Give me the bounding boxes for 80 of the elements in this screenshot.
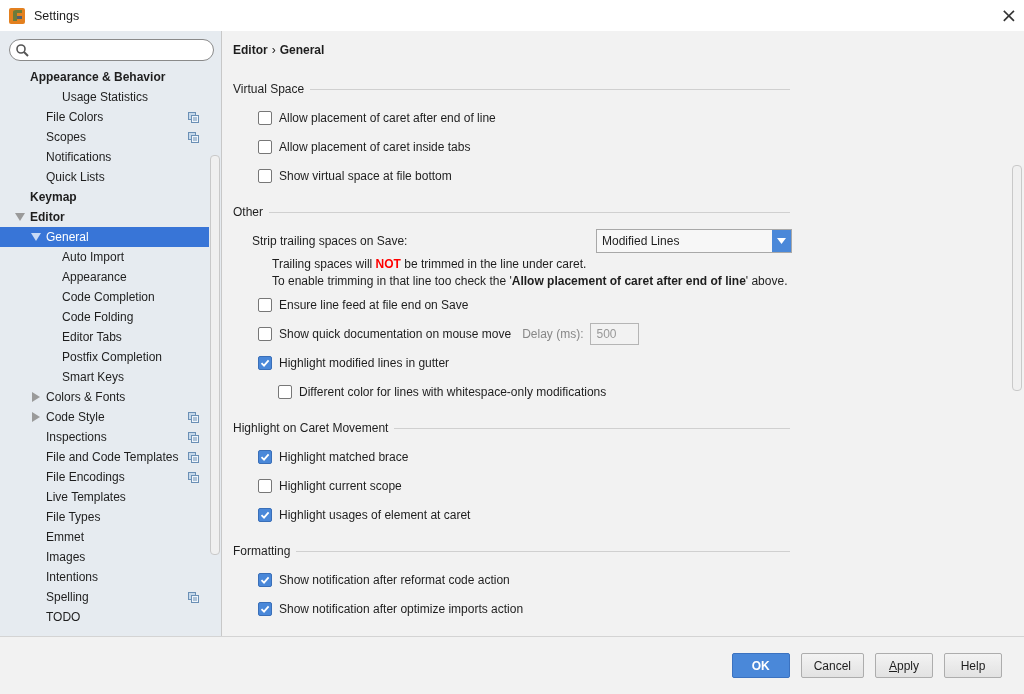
window-title: Settings — [34, 8, 81, 23]
tree-item[interactable]: Postfix Completion — [0, 347, 209, 367]
checkbox-label[interactable]: Highlight matched brace — [279, 449, 409, 464]
search-icon — [16, 43, 29, 57]
tree-item[interactable]: General — [0, 227, 209, 247]
collapsed-arrow-icon[interactable] — [31, 412, 41, 422]
tree-item[interactable]: Spelling — [0, 587, 209, 607]
checkbox-label[interactable]: Allow placement of caret after end of line — [279, 110, 496, 125]
dialog-button[interactable]: OK — [731, 653, 790, 678]
tree-item[interactable]: Editor Tabs — [0, 327, 209, 347]
checkbox[interactable] — [258, 572, 272, 587]
tree-item[interactable]: Appearance — [0, 267, 209, 287]
checkbox-label[interactable]: Highlight usages of element at caret — [279, 507, 471, 522]
tree-item[interactable]: Intentions — [0, 567, 209, 587]
checkbox[interactable] — [258, 355, 272, 370]
tree-item[interactable]: Notifications — [0, 147, 209, 167]
tree-item[interactable]: File and Code Templates — [0, 447, 209, 467]
search-field[interactable] — [9, 39, 214, 61]
tree-item[interactable]: Code Folding — [0, 307, 209, 327]
tree-item[interactable]: Keymap — [0, 187, 209, 207]
dialog-button[interactable]: Help — [944, 653, 1002, 678]
checkbox[interactable] — [258, 478, 272, 493]
tree-item[interactable]: Inspections — [0, 427, 209, 447]
tree-item[interactable]: Smart Keys — [0, 367, 209, 387]
tree-item[interactable]: File Encodings — [0, 467, 209, 487]
checkbox-label[interactable]: Ensure line feed at file end on Save — [279, 297, 469, 312]
tree-item[interactable]: Code Style — [0, 407, 209, 427]
checkbox[interactable] — [258, 507, 272, 522]
checkbox-label[interactable]: Allow placement of caret inside tabs — [279, 139, 471, 154]
tree-item[interactable]: File Types — [0, 507, 209, 527]
tree-item[interactable]: Emmet — [0, 527, 209, 547]
tree-item[interactable]: Editor — [0, 207, 209, 227]
hint-text: To enable trimming in that line too check the 'Allow placement of caret after end of line' above. — [271, 273, 788, 290]
collapsed-arrow-icon[interactable] — [31, 392, 41, 402]
caret-icon — [777, 238, 786, 244]
tree-item[interactable]: Appearance & Behavior — [0, 67, 209, 87]
dialog-button[interactable]: Apply — [875, 653, 933, 678]
checkbox-label[interactable]: Show notification after reformat code action — [279, 572, 510, 587]
tree-item[interactable]: Usage Statistics — [0, 87, 209, 107]
breadcrumb-item[interactable]: Editor — [233, 43, 268, 57]
dropdown[interactable]: Modified Lines — [596, 229, 792, 253]
checkbox-label[interactable]: Different color for lines with whitespace-only modifications — [299, 384, 607, 399]
checkbox-label[interactable]: Show notification after optimize imports action — [279, 601, 524, 616]
scrollbar-thumb[interactable] — [1012, 165, 1022, 391]
breadcrumb-separator: › — [271, 43, 276, 57]
expanded-arrow-icon[interactable] — [15, 212, 25, 222]
hint-text: Trailing spaces will NOT be trimmed in the line under caret. — [271, 256, 587, 273]
close-button[interactable]: × — [994, 0, 1024, 31]
dialog-button[interactable]: Cancel — [800, 653, 864, 678]
tree-item[interactable]: TODO — [0, 607, 209, 627]
checkbox[interactable] — [258, 110, 272, 125]
checkbox[interactable] — [258, 601, 272, 616]
app-logo-icon — [8, 6, 26, 25]
checkbox[interactable] — [258, 449, 272, 464]
checkbox-label[interactable]: Show virtual space at file bottom — [279, 168, 452, 183]
section-title: Other — [233, 205, 263, 219]
section-title: Formatting — [233, 544, 291, 558]
tree-item[interactable]: Images — [0, 547, 209, 567]
checkbox[interactable] — [258, 297, 272, 312]
checkbox[interactable] — [278, 384, 292, 399]
tree-item[interactable]: Scopes — [0, 127, 209, 147]
checkbox[interactable] — [258, 326, 272, 341]
tree-item[interactable]: Quick Lists — [0, 167, 209, 187]
scrollbar-thumb[interactable] — [210, 155, 220, 555]
expanded-arrow-icon[interactable] — [31, 232, 41, 242]
checkbox[interactable] — [258, 168, 272, 183]
dropdown-label: Strip trailing spaces on Save: — [252, 234, 409, 248]
checkbox-label[interactable]: Highlight modified lines in gutter — [279, 355, 450, 370]
tree-item[interactable]: Auto Import — [0, 247, 209, 267]
field-label: Delay (ms): — [522, 326, 584, 341]
breadcrumb-item[interactable]: General — [279, 43, 325, 57]
checkbox-label[interactable]: Highlight current scope — [279, 478, 402, 493]
tree-item[interactable]: File Colors — [0, 107, 209, 127]
checkbox-label[interactable]: Show quick documentation on mouse move — [279, 326, 512, 341]
section-title: Highlight on Caret Movement — [233, 421, 389, 435]
tree-item[interactable]: Live Templates — [0, 487, 209, 507]
checkbox[interactable] — [258, 139, 272, 154]
tree-item[interactable]: Colors & Fonts — [0, 387, 209, 407]
tree-item[interactable]: Code Completion — [0, 287, 209, 307]
section-title: Virtual Space — [233, 82, 305, 96]
